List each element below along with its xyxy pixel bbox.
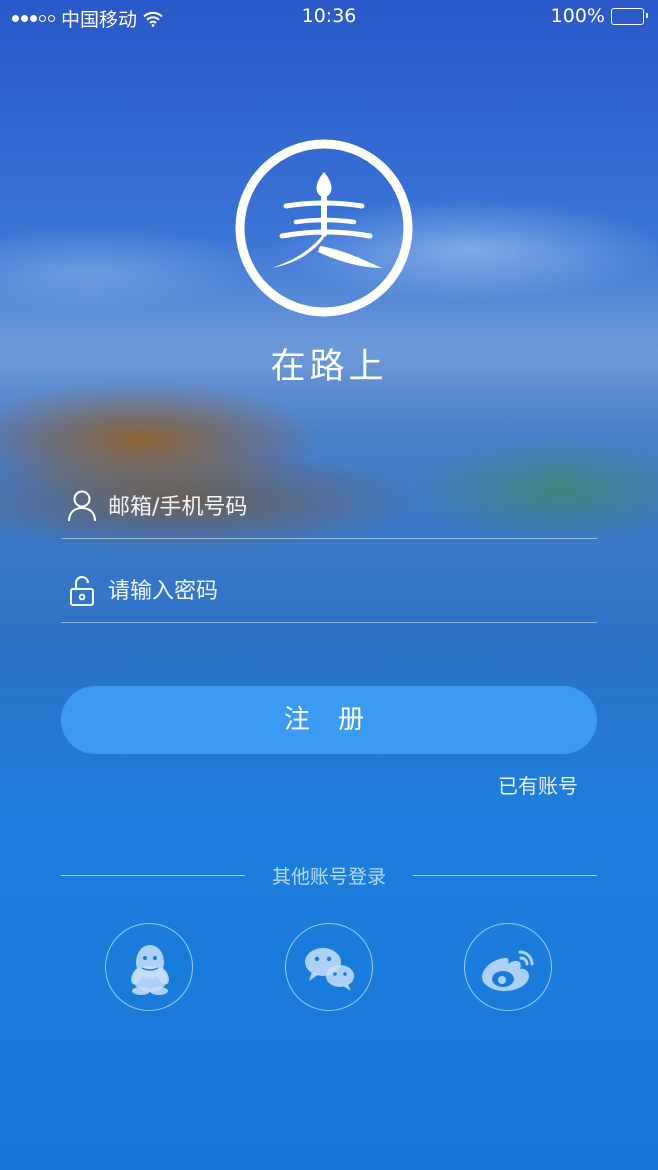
app-logo-icon	[235, 139, 413, 317]
weibo-icon	[482, 950, 534, 991]
weibo-login-button[interactable]	[464, 923, 552, 1011]
app-title: 在路上	[270, 347, 388, 387]
qq-login-button[interactable]	[105, 923, 193, 1011]
email-field	[61, 478, 597, 539]
battery-icon	[611, 7, 648, 25]
status-bar: 中国移动 10:36 100%	[0, 0, 658, 34]
register-button[interactable]: 注 册	[61, 686, 597, 754]
password-input[interactable]	[108, 572, 588, 610]
email-input[interactable]	[108, 488, 588, 526]
user-icon	[68, 490, 96, 522]
wechat-icon	[305, 948, 354, 991]
lock-icon	[70, 576, 94, 606]
has-account-link[interactable]: 已有账号	[498, 770, 578, 799]
password-field	[61, 562, 597, 623]
divider-right	[413, 875, 597, 876]
wechat-login-button[interactable]	[285, 923, 373, 1011]
qq-icon	[131, 945, 169, 995]
status-right: 100%	[550, 5, 648, 27]
battery-percent: 100%	[550, 5, 605, 27]
